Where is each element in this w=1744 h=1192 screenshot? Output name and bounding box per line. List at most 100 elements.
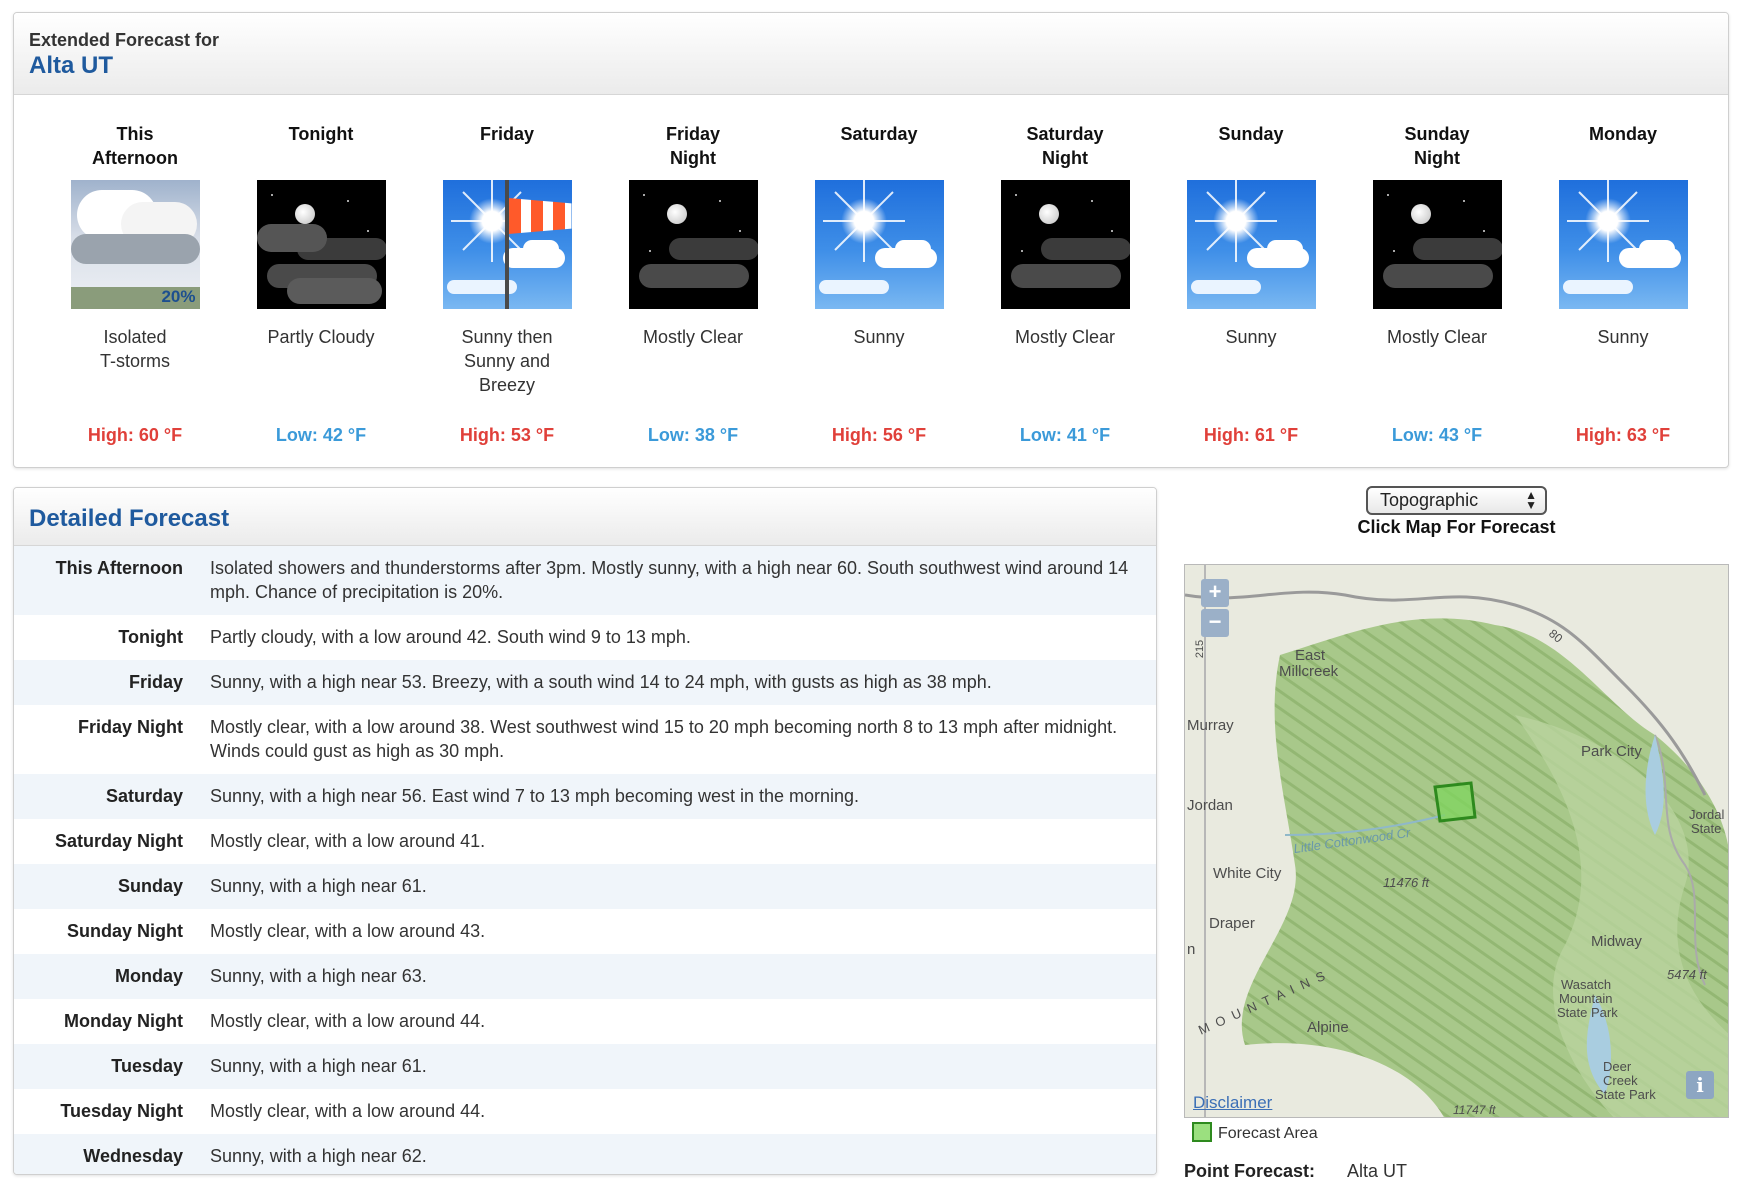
map-layer-select[interactable]: Topographic ▲ ▼ <box>1366 486 1547 515</box>
detailed-period-text: Mostly clear, with a low around 43. <box>210 921 486 941</box>
detailed-period-text: Isolated showers and thunderstorms after… <box>210 558 1129 602</box>
detailed-forecast-row: Tuesday Night Mostly clear, with a low ar… <box>14 1089 1156 1134</box>
point-forecast: Point Forecast: Alta UT <box>1184 1161 1407 1182</box>
point-forecast-value: Alta UT <box>1347 1161 1408 1181</box>
period-description: Sunny <box>1530 325 1716 405</box>
detailed-period-text: Mostly clear, with a low around 41. <box>210 831 486 851</box>
period-description-line: Breezy <box>478 375 536 395</box>
mostly-clear-night-icon <box>1372 180 1502 309</box>
period-name: Saturday Night <box>972 95 1158 180</box>
detailed-period-label: Tuesday Night <box>60 1101 183 1121</box>
detailed-period-label: This Afternoon <box>55 558 183 578</box>
period-name: Monday <box>1530 95 1716 180</box>
map-label-deer-creek-state-park: State Park <box>1595 1087 1656 1102</box>
forecast-period-1: Tonight Partly Cloudy Low: 42 °F <box>228 95 414 445</box>
location-title[interactable]: Alta UT <box>29 51 1728 81</box>
high-temperature: High: 63 °F <box>1575 425 1671 445</box>
forecast-period-5: Saturday Night Mostly Clear Low: 41 °F <box>972 95 1158 445</box>
detailed-forecast-row: Saturday Night Mostly clear, with a low a… <box>14 819 1156 864</box>
period-description: Sunny <box>1158 325 1344 405</box>
map-label-wasatch-state-park: State Park <box>1557 1005 1618 1020</box>
partly-cloudy-night-icon <box>256 180 386 309</box>
period-description: Isolated T-storms <box>42 325 228 405</box>
detailed-forecast-row: Sunday Sunny, with a high near 61. <box>14 864 1156 909</box>
period-description-line: Sunny <box>853 327 905 347</box>
map-label-midway: Midway <box>1591 933 1642 950</box>
map-label-jordan: Jordan <box>1187 797 1233 814</box>
detailed-period-text: Sunny, with a high near 62. <box>210 1146 427 1166</box>
period-name: Friday <box>414 95 600 180</box>
period-description-line: Sunny and <box>463 351 551 371</box>
map-label-jordanelle: Jordal <box>1689 807 1725 822</box>
map-label-east: East <box>1295 647 1326 664</box>
precip-chance-badge: 20% <box>161 287 196 306</box>
forecast-period-2: Friday Sunny then Sunny and Breezy High: 53 … <box>414 95 600 445</box>
detailed-period-label: Saturday <box>105 786 183 806</box>
forecast-periods: This Afternoon 20% Isolated T-storms High: 60… <box>14 95 1728 467</box>
low-temperature: Low: 41 °F <box>1019 425 1111 445</box>
map-label-millcreek: Millcreek <box>1279 663 1339 680</box>
map-label-murray: Murray <box>1187 717 1234 734</box>
detailed-forecast-table: This Afternoon Isolated showers and thund… <box>14 546 1156 1174</box>
map-disclaimer-link[interactable]: Disclaimer <box>1193 1093 1272 1113</box>
detailed-period-text: Sunny, with a high near 61. <box>210 876 427 896</box>
zoom-in-button[interactable]: + <box>1201 579 1229 607</box>
period-name-line: This <box>116 124 154 144</box>
forecast-period-4: Saturday Sunny High: 56 °F <box>786 95 972 445</box>
map-label-n: n <box>1187 941 1196 958</box>
detailed-period-text: Partly cloudy, with a low around 42. Sou… <box>210 627 691 647</box>
detailed-period-text: Sunny, with a high near 53. Breezy, with… <box>210 672 992 692</box>
extended-forecast-label: Extended Forecast for <box>29 30 220 50</box>
map-label-elevation-11747: 11747 ft <box>1453 1103 1496 1117</box>
detailed-forecast-row: Sunday Night Mostly clear, with a low aro… <box>14 909 1156 954</box>
detailed-forecast-row: Friday Night Mostly clear, with a low aro… <box>14 705 1156 774</box>
period-name-line: Saturday <box>1026 124 1104 144</box>
map-label-deer: Deer <box>1603 1059 1632 1074</box>
period-description-line: T-storms <box>100 351 170 371</box>
detailed-period-text: Mostly clear, with a low around 38. West… <box>210 717 1118 761</box>
map-label-elevation-5474: 5474 ft <box>1667 967 1707 982</box>
extended-forecast-header: Extended Forecast for Alta UT <box>14 13 1728 95</box>
low-temperature: Low: 43 °F <box>1391 425 1483 445</box>
period-description: Partly Cloudy <box>228 325 414 405</box>
forecast-map[interactable]: + − East Millcreek Murray Park City Jord… <box>1184 564 1729 1118</box>
period-name: Sunday Night <box>1344 95 1530 180</box>
high-temperature: High: 56 °F <box>831 425 927 445</box>
tstorm-icon: 20% <box>70 180 200 309</box>
period-name-line: Saturday <box>840 124 918 144</box>
period-description-line: Partly Cloudy <box>267 327 375 347</box>
click-map-hint: Click Map For Forecast <box>1357 517 1556 537</box>
map-info-button[interactable]: i <box>1686 1071 1714 1099</box>
period-name: Saturday <box>786 95 972 180</box>
detailed-forecast-row: This Afternoon Isolated showers and thund… <box>14 546 1156 615</box>
detailed-forecast-title: Detailed Forecast <box>14 488 1156 546</box>
forecast-area-box[interactable] <box>1433 781 1477 823</box>
detailed-period-label: Sunday Night <box>67 921 183 941</box>
period-description: Sunny <box>786 325 972 405</box>
period-description-line: Mostly Clear <box>1014 327 1116 347</box>
detailed-period-label: Wednesday <box>83 1146 183 1166</box>
forecast-area-swatch <box>1192 1122 1212 1142</box>
map-label-highway-215: 215 <box>1194 639 1207 659</box>
period-name-line: Afternoon <box>92 148 178 168</box>
detailed-period-label: Saturday Night <box>54 831 183 851</box>
forecast-period-8: Monday Sunny High: 63 °F <box>1530 95 1716 445</box>
detailed-period-label: Monday <box>114 966 183 986</box>
period-description-line: Sunny <box>1597 327 1649 347</box>
map-legend: Forecast Area <box>1192 1122 1318 1143</box>
low-temperature: Low: 42 °F <box>275 425 367 445</box>
detailed-forecast-row: Tonight Partly cloudy, with a low around … <box>14 615 1156 660</box>
topographic-map-graphic <box>1185 565 1728 1117</box>
select-arrows-icon: ▲ ▼ <box>1525 488 1537 512</box>
low-temperature: Low: 38 °F <box>647 425 739 445</box>
detailed-forecast-row: Monday Night Mostly clear, with a low aro… <box>14 999 1156 1044</box>
map-label-alpine: Alpine <box>1307 1019 1349 1036</box>
zoom-out-button[interactable]: − <box>1201 609 1229 637</box>
period-description-line: Sunny <box>1225 327 1277 347</box>
extended-forecast-panel: Extended Forecast for Alta UT This Aftern… <box>13 12 1729 468</box>
period-name-line: Night <box>1042 148 1088 168</box>
period-name: This Afternoon <box>42 95 228 180</box>
period-description: Mostly Clear <box>1344 325 1530 405</box>
forecast-period-7: Sunday Night Mostly Clear Low: 43 °F <box>1344 95 1530 445</box>
period-name-line: Sunday <box>1218 124 1284 144</box>
